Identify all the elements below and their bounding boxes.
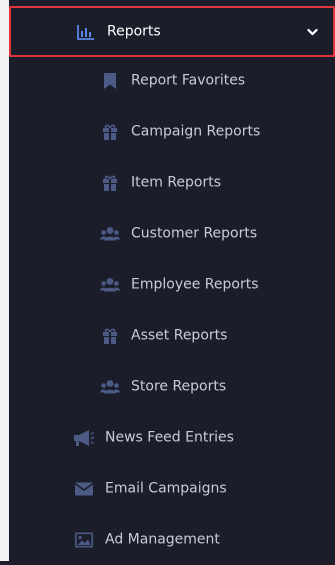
sidebar-item-label: Report Favorites: [131, 72, 246, 89]
sidebar-item-label: Campaign Reports: [131, 123, 261, 140]
sidebar-item-report-favorites[interactable]: Report Favorites: [9, 55, 335, 106]
gift-icon: [102, 175, 118, 191]
window-edge: [0, 0, 9, 561]
sidebar-item-label: Email Campaigns: [105, 480, 227, 497]
image-icon: [75, 532, 93, 547]
bar-chart-icon: [77, 24, 95, 40]
sidebar-item-news-feed[interactable]: News Feed Entries: [9, 412, 335, 463]
sidebar-item-label: Ad Management: [105, 531, 220, 548]
users-icon: [100, 379, 120, 394]
gift-icon: [102, 328, 118, 344]
sidebar-item-label: Customer Reports: [131, 225, 258, 242]
users-icon: [100, 277, 120, 292]
sidebar-item-customer-reports[interactable]: Customer Reports: [9, 208, 335, 259]
sidebar-item-ad-management[interactable]: Ad Management: [9, 514, 335, 565]
envelope-icon: [75, 482, 93, 495]
bookmark-icon: [104, 72, 116, 89]
sidebar-item-campaign-reports[interactable]: Campaign Reports: [9, 106, 335, 157]
sidebar-item-label: Asset Reports: [131, 327, 228, 344]
chevron-down-icon[interactable]: [307, 21, 318, 40]
megaphone-icon: [73, 429, 95, 447]
sidebar-item-label: Reports: [107, 23, 161, 40]
sidebar-item-label: News Feed Entries: [105, 429, 234, 446]
users-icon: [100, 226, 120, 241]
gift-icon: [102, 124, 118, 140]
sidebar-item-label: Item Reports: [131, 174, 222, 191]
sidebar-item-reports[interactable]: Reports: [9, 6, 335, 57]
sidebar-item-asset-reports[interactable]: Asset Reports: [9, 310, 335, 361]
sidebar-item-employee-reports[interactable]: Employee Reports: [9, 259, 335, 310]
sidebar-item-email-campaigns[interactable]: Email Campaigns: [9, 463, 335, 514]
sidebar-item-label: Store Reports: [131, 378, 227, 395]
sidebar-nav: Reports Report Favorites Campaign Report…: [9, 0, 335, 561]
sidebar-item-item-reports[interactable]: Item Reports: [9, 157, 335, 208]
sidebar-item-label: Employee Reports: [131, 276, 259, 293]
sidebar-item-store-reports[interactable]: Store Reports: [9, 361, 335, 412]
